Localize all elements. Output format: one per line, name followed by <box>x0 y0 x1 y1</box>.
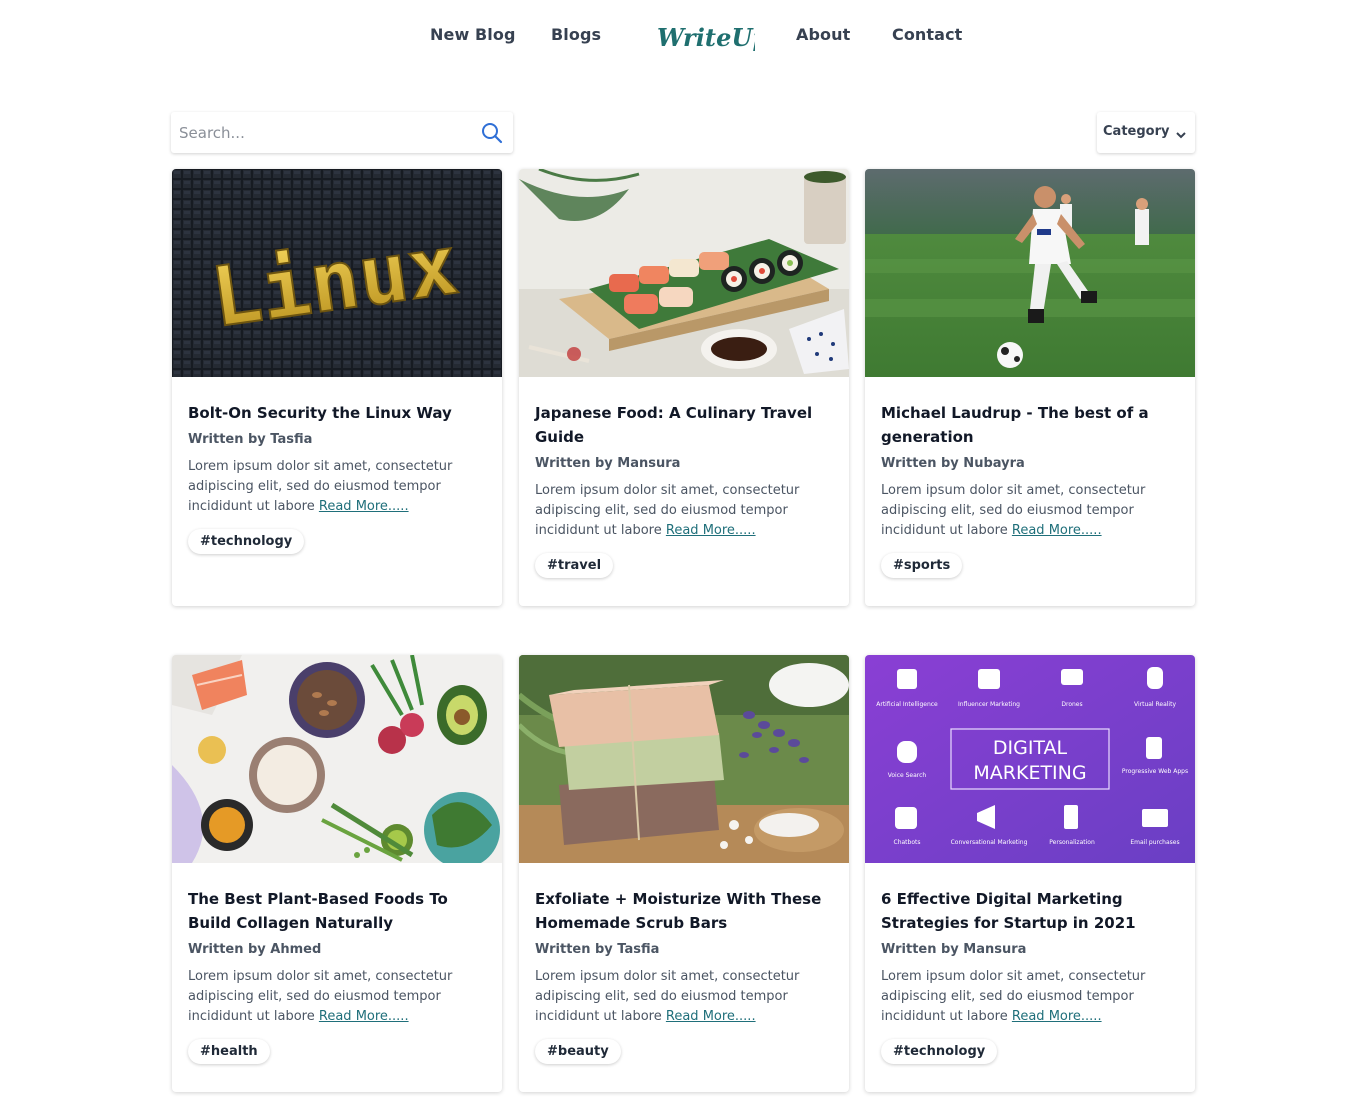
nav-new-blog[interactable]: New Blog <box>430 25 516 44</box>
top-navigation: New Blog Blogs WriteUp About Contact <box>0 0 1366 72</box>
blog-card[interactable]: Japanese Food: A Culinary Travel Guide W… <box>519 169 849 606</box>
read-more-link[interactable]: Read More..... <box>666 1009 756 1024</box>
post-author: Written by Nubayra <box>881 456 1025 471</box>
post-author: Written by Tasfia <box>188 432 313 447</box>
read-more-link[interactable]: Read More..... <box>319 499 409 514</box>
image-label: Drones <box>1061 701 1082 708</box>
nav-contact[interactable]: Contact <box>892 25 962 44</box>
image-label: Conversational Marketing <box>951 839 1028 846</box>
post-image <box>519 169 849 377</box>
blog-card[interactable]: Exfoliate + Moisturize With These Homema… <box>519 655 849 1092</box>
image-label: Personalization <box>1049 839 1095 846</box>
image-label: Artificial Intelligence <box>876 701 938 708</box>
image-label: Progressive Web Apps <box>1122 768 1188 775</box>
post-image: DIGITAL MARKETING Artificial Intelligenc… <box>865 655 1195 863</box>
post-author: Written by Mansura <box>535 456 681 471</box>
post-author: Written by Tasfia <box>535 942 660 957</box>
image-headline-1: DIGITAL <box>993 737 1068 759</box>
post-title[interactable]: Exfoliate + Moisturize With These Homema… <box>535 887 833 935</box>
post-tag[interactable]: #technology <box>188 529 305 554</box>
post-excerpt: Lorem ipsum dolor sit amet, consectetur … <box>535 969 800 1024</box>
image-label: Email purchases <box>1130 839 1179 846</box>
nav-blogs[interactable]: Blogs <box>551 25 601 44</box>
search-input[interactable] <box>171 112 471 153</box>
read-more-link[interactable]: Read More..... <box>666 523 756 538</box>
post-excerpt: Lorem ipsum dolor sit amet, consectetur … <box>535 483 800 538</box>
chevron-down-icon <box>1175 126 1187 139</box>
post-title[interactable]: Michael Laudrup - The best of a generati… <box>881 401 1179 449</box>
post-image <box>865 169 1195 377</box>
search-box <box>171 112 513 153</box>
read-more-link[interactable]: Read More..... <box>1012 1009 1102 1024</box>
post-tag[interactable]: #sports <box>881 553 963 578</box>
post-title[interactable]: Bolt-On Security the Linux Way <box>188 401 486 425</box>
blog-card[interactable]: Linux Bolt-On Security the Linux Way Wri… <box>172 169 502 606</box>
category-label: Category <box>1103 124 1170 139</box>
blog-card[interactable]: Michael Laudrup - The best of a generati… <box>865 169 1195 606</box>
post-excerpt: Lorem ipsum dolor sit amet, consectetur … <box>188 459 453 514</box>
post-tag[interactable]: #beauty <box>535 1039 621 1064</box>
read-more-link[interactable]: Read More..... <box>1012 523 1102 538</box>
post-excerpt: Lorem ipsum dolor sit amet, consectetur … <box>881 483 1146 538</box>
post-tag[interactable]: #health <box>188 1039 270 1064</box>
search-icon[interactable] <box>481 122 503 144</box>
post-title[interactable]: Japanese Food: A Culinary Travel Guide <box>535 401 833 449</box>
category-select[interactable]: Category <box>1097 112 1195 153</box>
post-tag[interactable]: #travel <box>535 553 614 578</box>
post-author: Written by Mansura <box>881 942 1027 957</box>
post-image: Linux <box>172 169 502 377</box>
image-label: Voice Search <box>888 772 927 779</box>
read-more-link[interactable]: Read More..... <box>319 1009 409 1024</box>
post-author: Written by Ahmed <box>188 942 322 957</box>
image-label: Virtual Reality <box>1134 701 1176 708</box>
blog-card[interactable]: The Best Plant-Based Foods To Build Coll… <box>172 655 502 1092</box>
post-image <box>519 655 849 863</box>
post-tag[interactable]: #technology <box>881 1039 998 1064</box>
image-label: Chatbots <box>894 839 921 846</box>
site-logo[interactable]: WriteUp <box>655 16 769 60</box>
image-headline-2: MARKETING <box>973 762 1086 784</box>
post-title[interactable]: The Best Plant-Based Foods To Build Coll… <box>188 887 486 935</box>
post-image <box>172 655 502 863</box>
nav-about[interactable]: About <box>796 25 850 44</box>
post-excerpt: Lorem ipsum dolor sit amet, consectetur … <box>881 969 1146 1024</box>
logo-text: WriteUp <box>657 23 755 52</box>
post-excerpt: Lorem ipsum dolor sit amet, consectetur … <box>188 969 453 1024</box>
post-title[interactable]: 6 Effective Digital Marketing Strategies… <box>881 887 1179 935</box>
blog-card[interactable]: DIGITAL MARKETING Artificial Intelligenc… <box>865 655 1195 1092</box>
image-label: Influencer Marketing <box>958 701 1020 708</box>
